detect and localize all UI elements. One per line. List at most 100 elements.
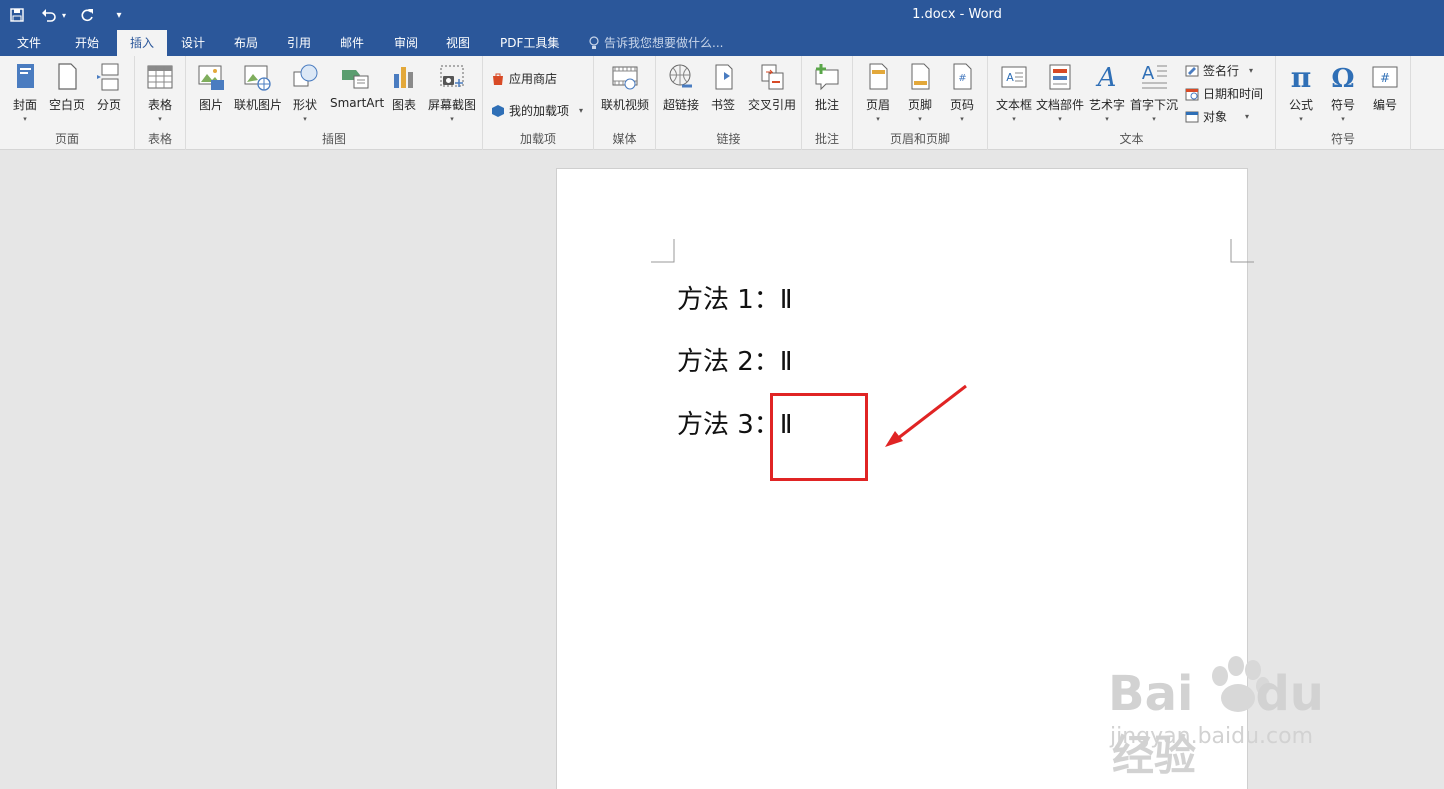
signature-line-button[interactable]: 签名行 ▾ [1185,62,1253,79]
my-addins-icon [492,104,504,117]
drop-cap-icon: A [1142,63,1167,89]
group-media: 联机视频 媒体 [594,56,656,150]
group-illustrations: 图片 联机图片 形状 ▾ SmartArt 图表 屏幕截图 ▾ 插图 [186,56,483,150]
equation-button[interactable]: π 公式 ▾ [1278,62,1324,123]
tell-me-text: 告诉我您想要做什么... [604,36,724,50]
signature-line-icon [1185,65,1199,76]
tell-me-search[interactable]: 告诉我您想要做什么... [588,30,723,56]
table-icon [147,65,173,89]
chart-button[interactable]: 图表 [381,62,427,113]
number-icon: # [1372,66,1398,88]
footer-button[interactable]: 页脚 ▾ [897,62,943,123]
online-picture-button[interactable]: 联机图片 [234,62,282,113]
my-addins-button[interactable]: 我的加载项 ▾ [491,102,583,119]
group-addins: 应用商店 我的加载项 ▾ 加载项 [483,56,594,150]
symbol-button[interactable]: Ω 符号 ▾ [1320,62,1366,123]
watermark-brand: Bai [1108,666,1194,722]
group-label-symbols: 符号 [1330,132,1355,146]
cross-reference-button[interactable]: 交叉引用 [746,62,798,113]
svg-text:#: # [958,73,966,84]
svg-text:π: π [1291,62,1312,92]
group-label-media: 媒体 [612,132,637,146]
baidu-jingyan-watermark: Bai du经验 jingyan.baidu.com [1108,636,1368,780]
svg-text:A: A [1142,63,1155,84]
tab-file[interactable]: 文件 [13,30,45,56]
title-bar: ▾ ▾ 1.docx - Word [0,0,1444,30]
new-comment-button[interactable]: 批注 [804,62,850,113]
page-break-icon [97,63,119,91]
group-links: 超链接 书签 交叉引用 链接 [656,56,802,150]
header-icon [869,63,888,90]
tab-mailings[interactable]: 邮件 [336,30,368,56]
table-button[interactable]: 表格 ▾ [137,62,183,123]
object-button[interactable]: 对象 ▾ [1185,108,1249,125]
blank-page-button[interactable]: 空白页 [44,62,90,113]
group-comments: 批注 批注 [802,56,853,150]
date-time-button[interactable]: 日期和时间 [1185,85,1263,102]
watermark-brand-2: du [1255,666,1324,722]
page-number-icon: # [953,63,972,90]
textbox-button[interactable]: A 文本框 ▾ [991,62,1037,123]
bookmark-icon [715,64,733,90]
watermark-url: jingyan.baidu.com [1110,724,1314,749]
tab-references[interactable]: 引用 [283,30,315,56]
group-label-comments: 批注 [814,132,839,146]
online-video-icon [612,66,638,90]
group-pages: 封面 ▾ 空白页 分页 页面 [0,56,135,150]
blank-page-icon [58,63,77,90]
object-icon [1185,111,1199,122]
screenshot-icon [440,65,464,87]
svg-text:#: # [1380,71,1390,85]
tab-home[interactable]: 开始 [71,30,103,56]
wordart-button[interactable]: A 艺术字 ▾ [1084,62,1130,123]
chart-icon [394,67,413,88]
lightbulb-icon [589,36,599,49]
tab-view[interactable]: 视图 [442,30,474,56]
online-video-button[interactable]: 联机视频 [600,62,650,113]
page-number-button[interactable]: # 页码 ▾ [939,62,985,123]
page-break-button[interactable]: 分页 [86,62,132,113]
group-symbols: π 公式 ▾ Ω 符号 ▾ # 编号 符号 [1276,56,1411,150]
group-label-links: 链接 [716,132,741,146]
pi-icon: π [1291,62,1312,92]
group-label-header-footer: 页眉和页脚 [889,132,950,146]
shapes-icon [293,64,318,87]
store-icon [493,73,503,85]
smartart-button[interactable]: SmartArt [330,62,384,110]
cross-reference-icon [761,64,784,90]
quick-parts-icon [1049,64,1071,90]
tab-layout[interactable]: 布局 [230,30,262,56]
group-tables: 表格 ▾ 表格 [135,56,186,150]
online-picture-icon [244,65,271,91]
tab-design[interactable]: 设计 [177,30,209,56]
hyperlink-button[interactable]: 超链接 [658,62,704,113]
cover-page-button[interactable]: 封面 ▾ [2,62,48,123]
tab-review[interactable]: 审阅 [390,30,422,56]
quick-parts-button[interactable]: 文档部件 ▾ [1035,62,1085,123]
header-button[interactable]: 页眉 ▾ [855,62,901,123]
new-comment-icon [815,64,839,91]
drop-cap-button[interactable]: A 首字下沉 ▾ [1130,62,1178,123]
textbox-icon: A [1001,66,1027,88]
bookmark-button[interactable]: 书签 [700,62,746,113]
picture-button[interactable]: 图片 [188,62,234,113]
window-title: 1.docx - Word [912,7,1002,22]
svg-text:Ω: Ω [1331,64,1354,92]
hyperlink-icon [669,64,692,88]
ribbon-tabs: 文件 开始 插入 设计 布局 引用 邮件 审阅 视图 PDF工具集 告诉我您想要… [0,30,1444,56]
store-button[interactable]: 应用商店 [491,70,557,87]
group-label-text: 文本 [1119,132,1144,146]
omega-icon: Ω [1331,64,1354,92]
number-button[interactable]: # 编号 [1362,62,1408,113]
svg-text:A: A [1006,71,1014,84]
date-time-icon [1185,88,1199,100]
picture-icon [198,65,224,90]
group-text: A 文本框 ▾ 文档部件 ▾ A 艺术字 ▾ A 首字下沉 ▾ 签名行 ▾ 日期… [988,56,1276,150]
svg-text:A: A [1096,63,1117,92]
cover-page-icon [17,64,34,88]
tab-insert[interactable]: 插入 [117,30,167,56]
tab-pdf-tools[interactable]: PDF工具集 [496,30,563,56]
shapes-button[interactable]: 形状 ▾ [282,62,328,123]
group-label-illustrations: 插图 [321,132,346,146]
screenshot-button[interactable]: 屏幕截图 ▾ [426,62,478,123]
